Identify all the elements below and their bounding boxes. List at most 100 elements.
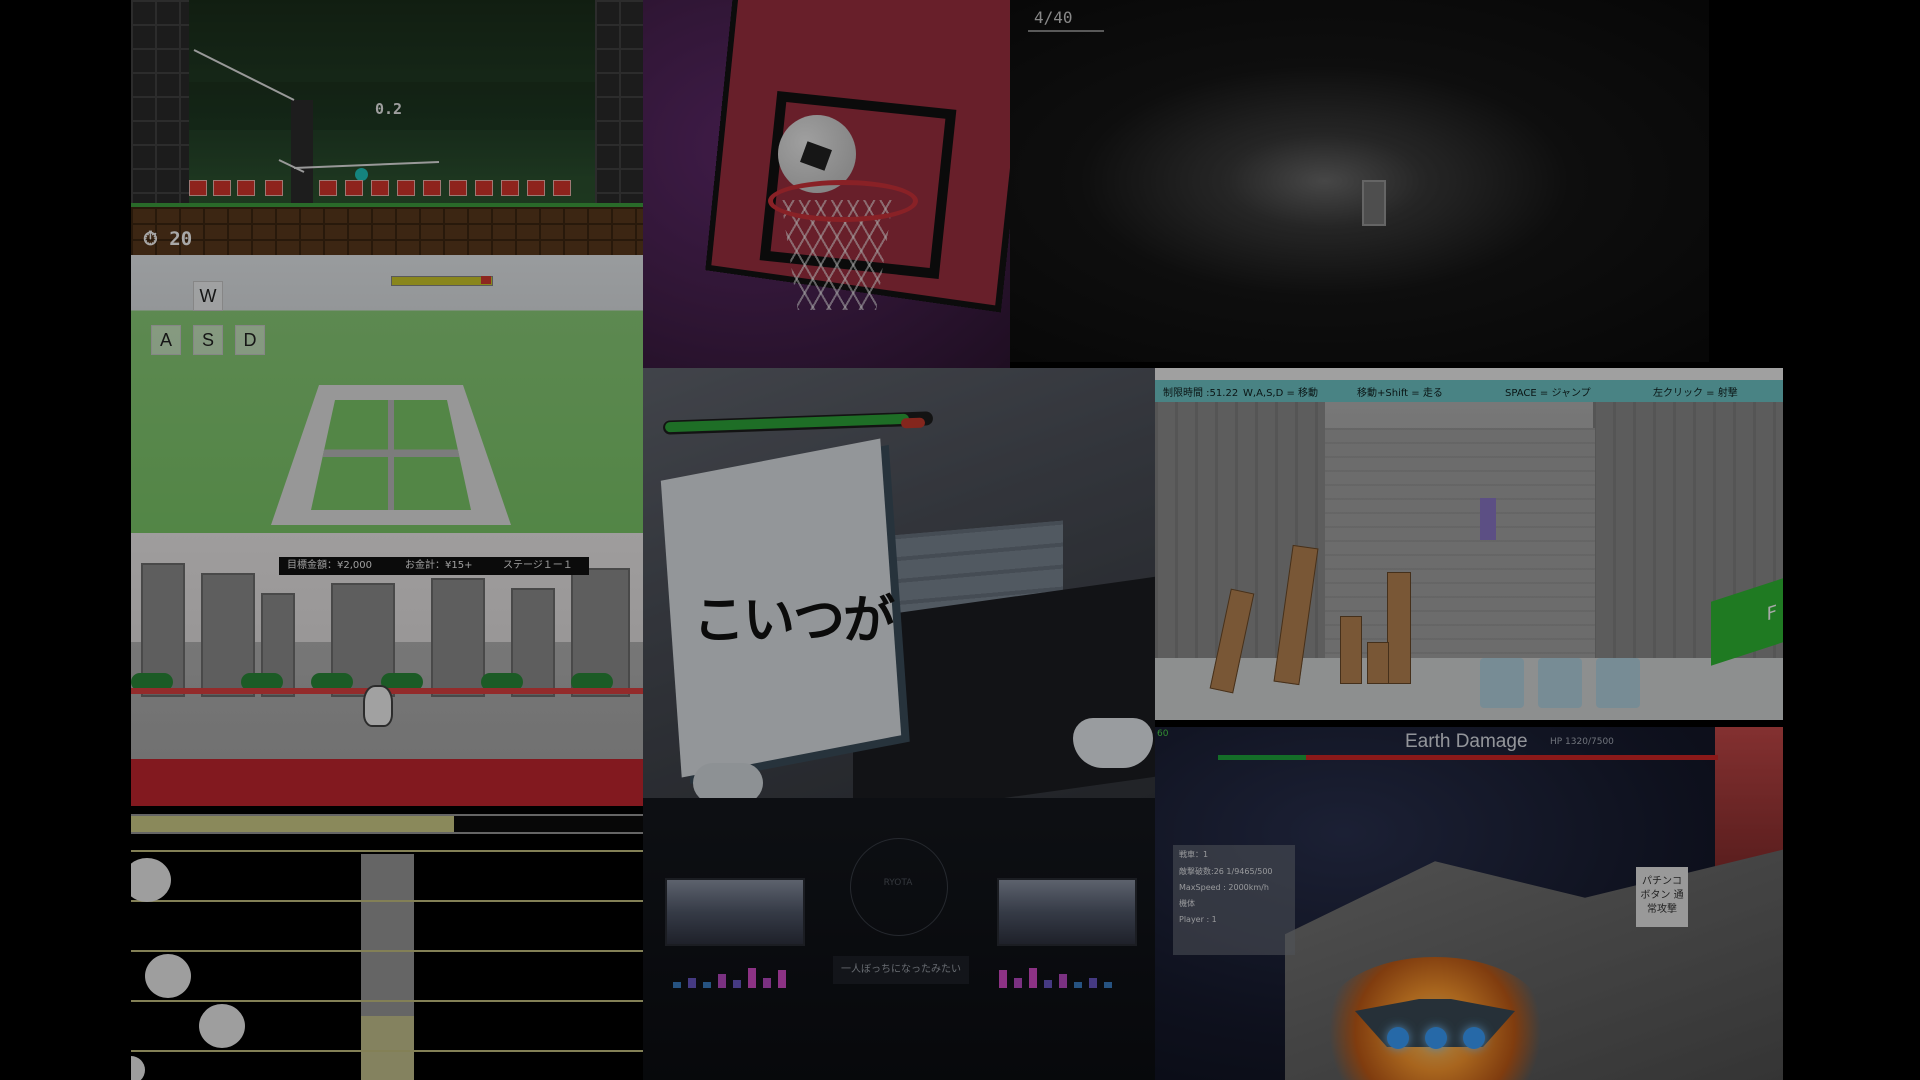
stats-panel: 戦車：1 敵撃破数:26 1/9465/500 MaxSpeed : 2000k… bbox=[1173, 845, 1295, 955]
control-run: 移動+Shift = 走る bbox=[1357, 388, 1443, 399]
coin-box bbox=[319, 180, 337, 196]
plank bbox=[1340, 616, 1362, 684]
profile-name: RYOTA bbox=[883, 878, 913, 888]
note bbox=[131, 858, 171, 902]
stage-label: ステージ１ー１ bbox=[503, 560, 573, 571]
back-wall bbox=[1325, 428, 1595, 658]
controls-bar: 制限時間 :51.22 W,A,S,D = 移動 移動+Shift = 走る S… bbox=[1155, 380, 1783, 402]
level-bar bbox=[748, 968, 756, 988]
tile-dark-room: 4/40 bbox=[1010, 0, 1709, 362]
control-shoot: 左クリック = 射撃 bbox=[1653, 388, 1738, 399]
chair bbox=[1596, 658, 1640, 708]
sign-text: こいつが bbox=[693, 590, 895, 651]
stat-line: 機体 bbox=[1179, 899, 1195, 908]
level-bar bbox=[733, 980, 741, 988]
tile-menu: RYOTA 一人ぼっちになったみたい bbox=[643, 798, 1155, 1080]
maze-walls bbox=[311, 400, 471, 510]
key-s: S bbox=[193, 325, 223, 355]
tile-rhythm bbox=[131, 806, 643, 1080]
spike-box bbox=[265, 180, 283, 196]
level-bar bbox=[1059, 974, 1067, 988]
control-move: W,A,S,D = 移動 bbox=[1243, 388, 1319, 399]
current-money: お金計：¥15+ bbox=[405, 560, 473, 571]
attack-button[interactable]: パチンコ ボタン 通常攻撃 bbox=[1636, 867, 1688, 927]
coin-box bbox=[345, 180, 363, 196]
coin-box bbox=[527, 180, 545, 196]
level-bar bbox=[1029, 968, 1037, 988]
plank bbox=[1367, 642, 1389, 684]
counter-underline bbox=[1028, 30, 1104, 32]
ground bbox=[131, 203, 643, 255]
level-bar bbox=[1044, 980, 1052, 988]
lane-line bbox=[131, 900, 643, 902]
stat-line: Player : 1 bbox=[1179, 915, 1217, 924]
level-bar bbox=[673, 982, 681, 988]
level-bar bbox=[703, 982, 711, 988]
preview-screen-right bbox=[997, 878, 1137, 946]
building bbox=[431, 578, 485, 697]
chair bbox=[1538, 658, 1582, 708]
curb bbox=[131, 759, 643, 806]
coin-box bbox=[475, 180, 493, 196]
level-bar bbox=[718, 974, 726, 988]
health-bar-damage bbox=[900, 417, 926, 429]
hp-value: HP 1320/7500 bbox=[1550, 737, 1614, 747]
door bbox=[1362, 180, 1386, 226]
coin-box bbox=[449, 180, 467, 196]
level-bar bbox=[778, 970, 786, 988]
left-hand bbox=[693, 763, 763, 798]
coin-box bbox=[501, 180, 519, 196]
preview-screen-left bbox=[665, 878, 805, 946]
engine-glow bbox=[1425, 1027, 1447, 1049]
coin-box bbox=[397, 180, 415, 196]
level-bar bbox=[688, 978, 696, 988]
spike-box bbox=[213, 180, 231, 196]
hit-zone bbox=[361, 1016, 414, 1080]
key-d: D bbox=[235, 325, 265, 355]
coin-box bbox=[423, 180, 441, 196]
tile-fps: F 制限時間 :51.22 W,A,S,D = 移動 移動+Shift = 走る… bbox=[1155, 368, 1783, 720]
note bbox=[199, 1004, 245, 1048]
tile-city-runner: 目標金額：¥2,000 お金計：¥15+ ステージ１ー１ bbox=[131, 533, 643, 806]
spike-box bbox=[237, 180, 255, 196]
earth-damage-title: Earth Damage bbox=[1405, 731, 1528, 752]
score-text: 0.2 bbox=[375, 100, 403, 118]
brick-wall-left bbox=[131, 0, 189, 220]
tile-basketball bbox=[643, 0, 1010, 368]
item-counter: 4/40 bbox=[1034, 8, 1073, 27]
key-a: A bbox=[151, 325, 181, 355]
target-money: 目標金額：¥2,000 bbox=[287, 560, 372, 571]
health-bar-damage bbox=[481, 276, 491, 284]
level-bar bbox=[1089, 978, 1097, 988]
level-bar bbox=[1104, 982, 1112, 988]
stopwatch-icon: ⏱ bbox=[143, 228, 158, 250]
brick-wall-right bbox=[595, 0, 643, 220]
chair bbox=[1480, 658, 1524, 708]
target-panel bbox=[1480, 498, 1496, 540]
song-progress-fill bbox=[131, 816, 454, 832]
engine-glow bbox=[1387, 1027, 1409, 1049]
spike-box bbox=[189, 180, 207, 196]
level-bar bbox=[1014, 978, 1022, 988]
stat-line: 敵撃破数:26 1/9465/500 bbox=[1179, 867, 1273, 876]
dialogue-caption: 一人ぼっちになったみたい bbox=[833, 956, 969, 984]
right-hand bbox=[1073, 718, 1153, 768]
control-jump: SPACE = ジャンプ bbox=[1505, 388, 1591, 399]
plank bbox=[1387, 572, 1411, 684]
level-bar bbox=[763, 978, 771, 988]
lane-line bbox=[131, 1050, 643, 1052]
coin-box bbox=[553, 180, 571, 196]
tile-maze: W A S D bbox=[131, 255, 643, 533]
time-limit: 制限時間 :51.22 bbox=[1163, 388, 1239, 399]
timer: ⏱ 20 bbox=[143, 228, 192, 250]
tile-space: 60 Earth Damage HP 1320/7500 戦車：1 敵撃破数:2… bbox=[1155, 727, 1783, 1080]
lane-line bbox=[131, 1000, 643, 1002]
note bbox=[131, 1056, 145, 1080]
coin-box bbox=[371, 180, 389, 196]
lane-line bbox=[131, 850, 643, 852]
timer-value: 20 bbox=[169, 228, 193, 250]
damage-bar-fill bbox=[1218, 755, 1306, 760]
lane-line bbox=[131, 950, 643, 952]
hoop-rim bbox=[768, 180, 918, 222]
level-bar bbox=[1074, 982, 1082, 988]
